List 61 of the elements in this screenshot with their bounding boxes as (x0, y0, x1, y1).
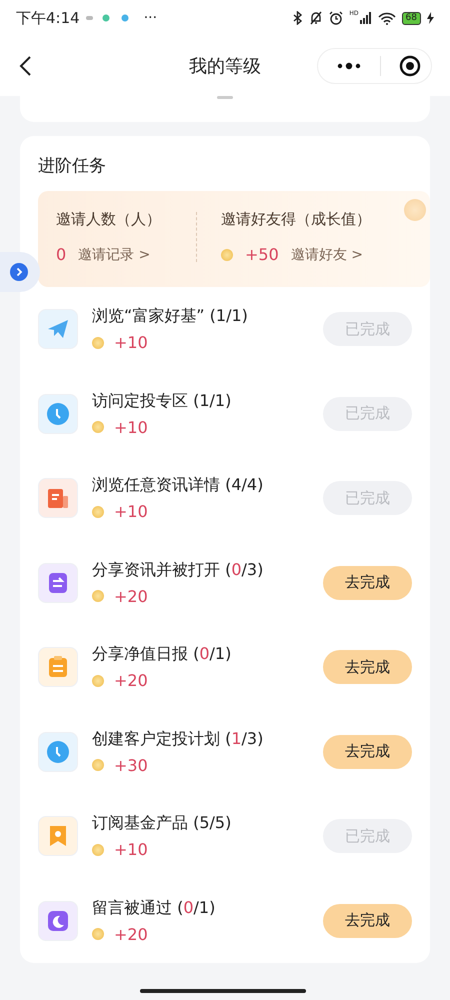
invite-reward: +50 (245, 245, 279, 264)
coin-icon (92, 844, 104, 856)
task-title: 浏览任意资讯详情 (4/4) (92, 475, 264, 496)
coin-icon (92, 590, 104, 602)
task-title: 访问定投专区 (1/1) (92, 390, 232, 412)
task-button[interactable]: 去完成 (323, 734, 412, 769)
task-reward: +20 (114, 924, 148, 944)
task-title: 分享资讯并被打开 (0/3) (92, 560, 264, 581)
chevron-right-icon (10, 263, 28, 281)
task-title: 创建客户定投计划 (1/3) (92, 728, 264, 750)
charging-icon (427, 12, 434, 24)
signal-icon (360, 12, 372, 24)
task-button[interactable]: 去完成 (323, 650, 412, 684)
clipboard-icon (38, 647, 78, 688)
task-reward: +20 (114, 586, 148, 606)
coin-icon (92, 506, 104, 518)
clock-icon (38, 394, 78, 434)
task-reward: +10 (114, 333, 148, 352)
invite-count-label: 邀请人数（人） (56, 210, 162, 229)
task-button[interactable]: 去完成 (323, 566, 412, 600)
bookmark-icon (38, 816, 78, 856)
wifi-icon (378, 12, 396, 24)
task-title: 浏览“富家好基” (1/1) (92, 306, 249, 328)
coin-icon (92, 421, 104, 434)
task-reward: +10 (114, 502, 148, 522)
task-title: 留言被通过 (0/1) (92, 898, 216, 919)
paper-plane-icon (38, 309, 78, 350)
coin-icon (92, 928, 104, 940)
back-icon[interactable] (18, 55, 32, 77)
task-reward: +10 (114, 418, 148, 437)
muted-bell-icon (309, 11, 324, 25)
status-time: 下午4:14 (16, 8, 80, 28)
task-reward: +30 (114, 756, 148, 775)
task-reward: +10 (114, 840, 148, 860)
invite-reward-label: 邀请好友得（成长值） (221, 210, 371, 229)
coin-decoration-icon (404, 199, 426, 221)
coin-icon (92, 674, 104, 687)
coin-icon (92, 336, 104, 349)
moon-icon (38, 900, 78, 941)
coin-icon (92, 759, 104, 772)
task-title: 订阅基金产品 (5/5) (92, 813, 232, 834)
more-icon[interactable] (336, 62, 362, 70)
battery-level: 68 (402, 12, 421, 24)
section-title: 进阶任务 (38, 155, 107, 178)
status-more: ··· (144, 10, 158, 26)
drag-handle (217, 96, 233, 99)
invite-friends-link[interactable]: 邀请好友 > (290, 246, 363, 264)
share-icon (38, 562, 78, 603)
side-tab[interactable] (0, 252, 40, 292)
alarm-icon (329, 11, 344, 25)
document-icon (38, 478, 78, 518)
task-button[interactable]: 去完成 (323, 904, 412, 938)
invite-records-link[interactable]: 邀请记录 > (78, 246, 150, 264)
task-title: 分享净值日报 (0/1) (92, 644, 232, 666)
page-title: 我的等级 (189, 55, 261, 78)
close-target-icon[interactable] (399, 55, 421, 77)
bluetooth-icon (293, 11, 304, 25)
invite-count: 0 (56, 245, 66, 264)
coin-icon (221, 248, 233, 260)
clock-icon (38, 732, 78, 772)
task-reward: +20 (114, 671, 148, 690)
